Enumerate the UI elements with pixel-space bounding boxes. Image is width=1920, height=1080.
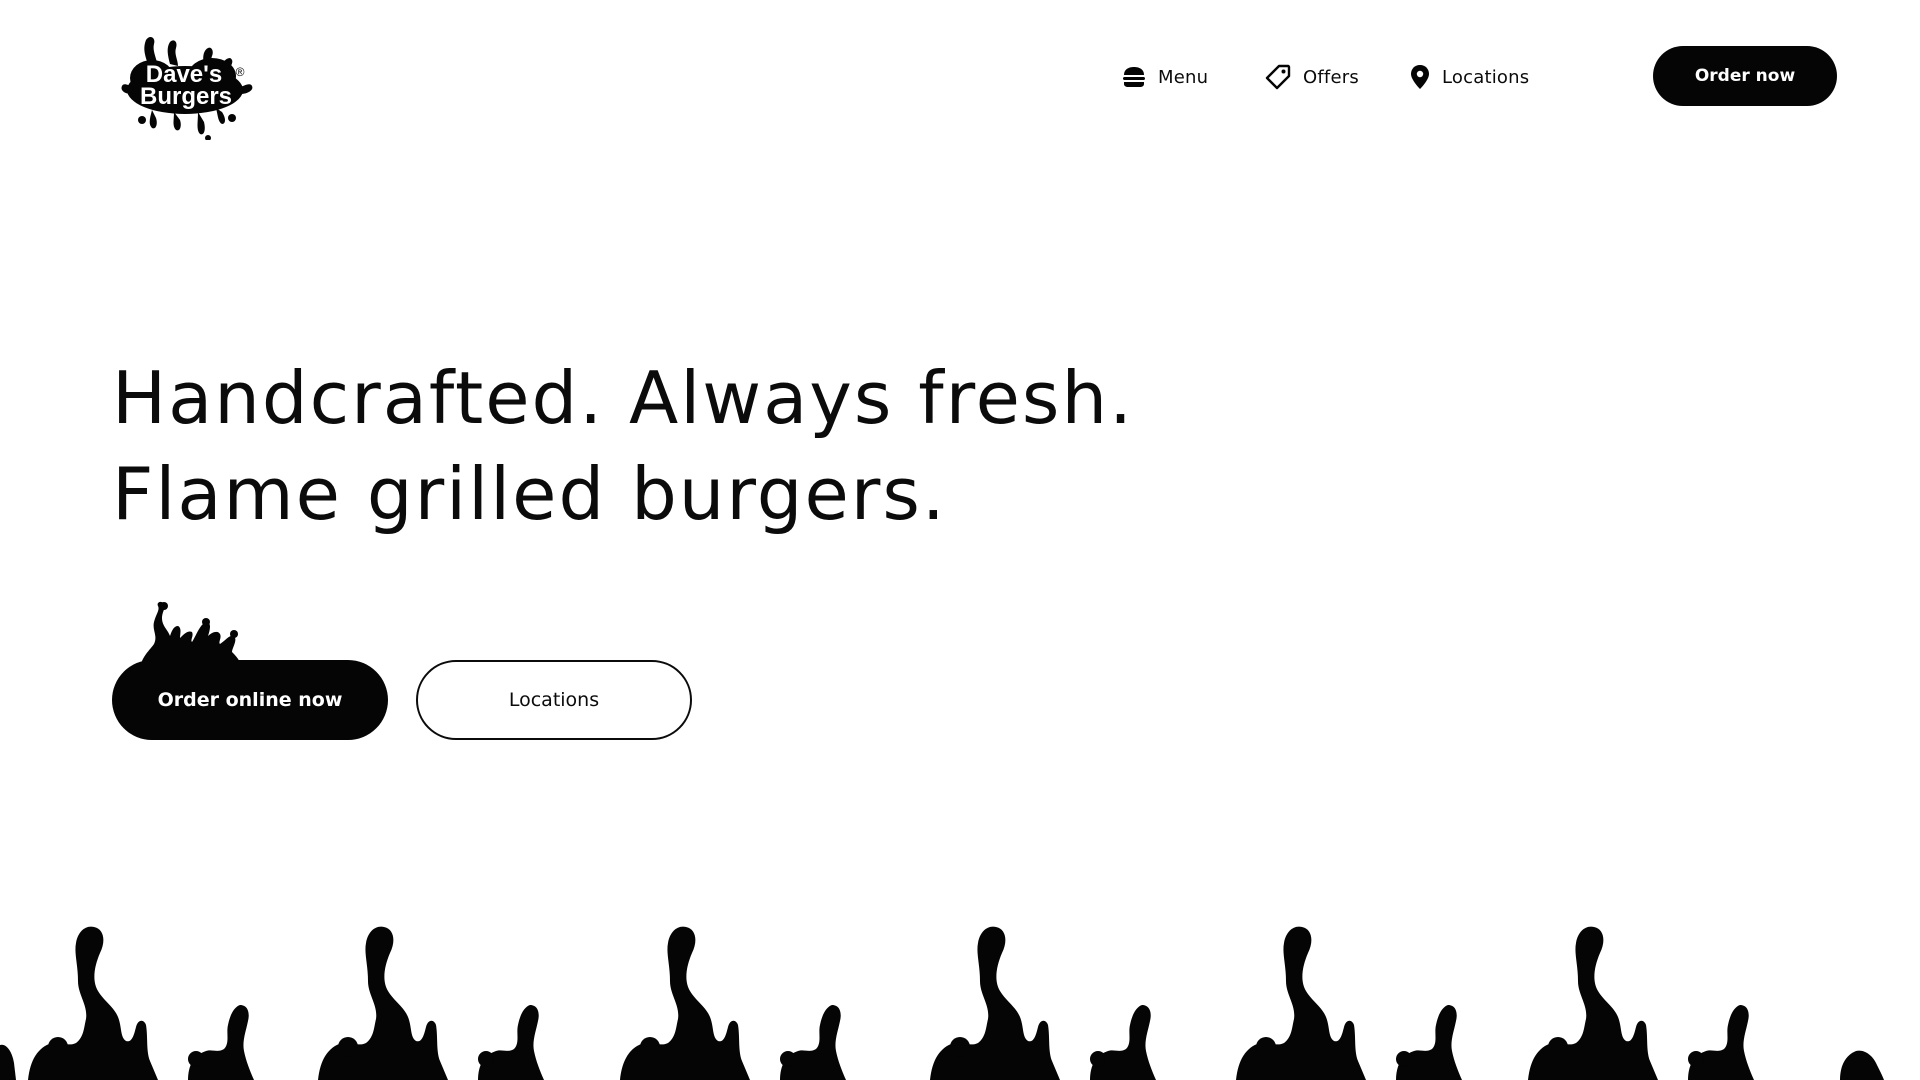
headline-line-2: Flame grilled burgers. (112, 452, 947, 536)
headline-line-1: Handcrafted. Always fresh. (112, 356, 1134, 440)
drip-row (0, 926, 1884, 1080)
nav-menu-label: Menu (1158, 66, 1209, 88)
burger-icon (1123, 67, 1145, 87)
primary-cta-group: Order online now (112, 600, 402, 745)
logo-text-line2: Burgers (140, 83, 232, 110)
nav-menu[interactable]: Menu (1122, 60, 1208, 94)
hero-headline: Handcrafted. Always fresh. Flame grilled… (112, 350, 1134, 542)
nav-offers[interactable]: Offers (1265, 60, 1359, 94)
order-now-button[interactable]: Order now (1653, 46, 1837, 106)
splash-logo-icon: Dave's Burgers ® (121, 37, 253, 141)
registered-mark: ® (236, 65, 245, 79)
order-online-button[interactable]: Order online now (112, 660, 388, 740)
splash-decoration-icon (140, 601, 242, 668)
site-header: Dave's Burgers ® Menu Offers Locations O… (0, 0, 1920, 150)
brand-logo[interactable]: Dave's Burgers ® (112, 30, 262, 141)
drip-border-decoration (0, 926, 1884, 1080)
tag-icon (1265, 64, 1291, 90)
nav-locations-label: Locations (1442, 66, 1530, 88)
locations-button[interactable]: Locations (416, 660, 692, 740)
nav-offers-label: Offers (1303, 66, 1359, 88)
nav-locations[interactable]: Locations (1410, 60, 1529, 94)
map-pin-icon (1411, 65, 1429, 89)
